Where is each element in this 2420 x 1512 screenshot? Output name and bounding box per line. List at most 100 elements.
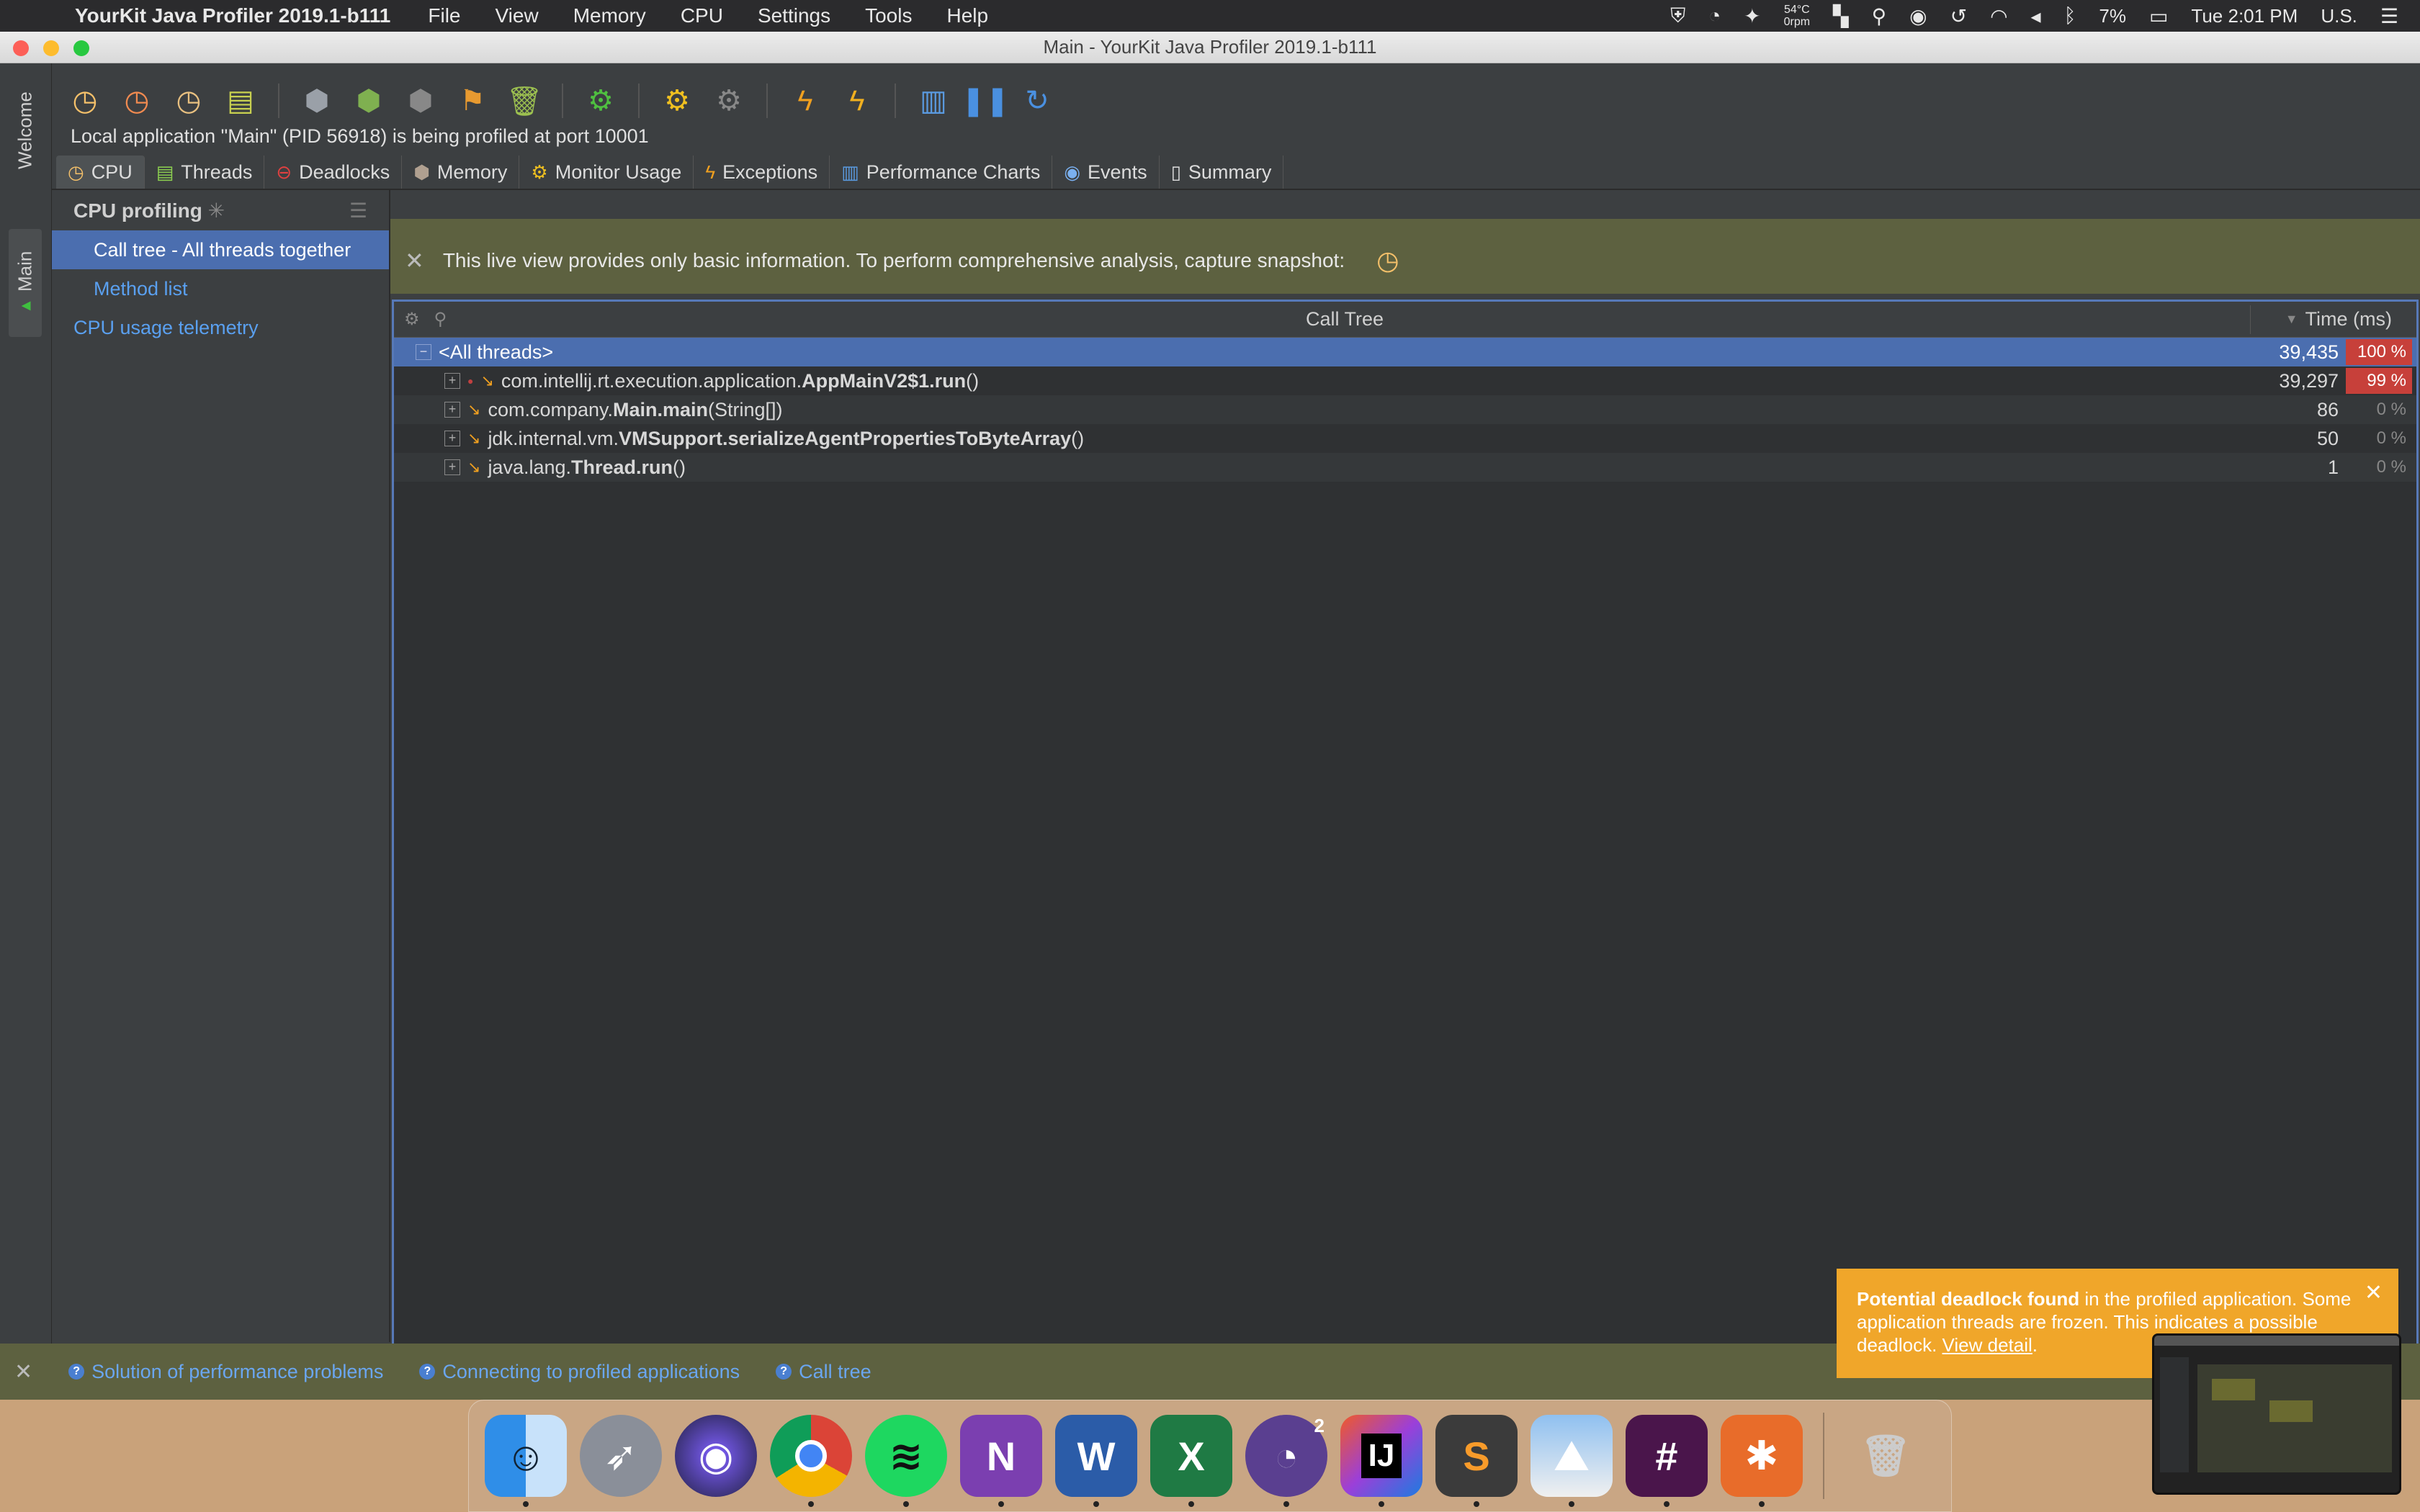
tab-performance-charts[interactable]: ▥ Performance Charts: [830, 156, 1053, 189]
expand-icon[interactable]: +: [444, 373, 460, 389]
tab-monitor-usage[interactable]: ⚙ Monitor Usage: [519, 156, 694, 189]
tab-deadlocks[interactable]: ⊖ Deadlocks: [264, 156, 403, 189]
expand-icon[interactable]: +: [444, 431, 460, 446]
battery-icon[interactable]: ▭: [2149, 4, 2168, 28]
help-link-performance[interactable]: ? Solution of performance problems: [68, 1361, 383, 1383]
menu-file[interactable]: File: [428, 4, 460, 27]
excel-icon[interactable]: X: [1150, 1415, 1232, 1507]
temperature-readout[interactable]: 54°C 0rpm: [1784, 4, 1810, 28]
timer-icon[interactable]: ◔: [1708, 4, 1721, 27]
tab-threads[interactable]: ▤ Threads: [145, 156, 265, 189]
tab-events[interactable]: ◉ Events: [1052, 156, 1160, 189]
close-icon[interactable]: ✕: [2365, 1282, 2383, 1305]
table-row[interactable]: + ↘ com.company.Main.main(String[]) 86 0…: [394, 395, 2416, 424]
refresh-icon[interactable]: ↻: [1017, 81, 1057, 121]
trash-icon[interactable]: 🗑: [1845, 1415, 1927, 1497]
triggers-icon[interactable]: ▤: [220, 81, 261, 121]
column-divider[interactable]: [2250, 305, 2251, 334]
screenshot-thumbnail[interactable]: [2152, 1333, 2401, 1495]
zoom-window-button[interactable]: [73, 40, 89, 56]
tab-memory[interactable]: ⬢ Memory: [402, 156, 520, 189]
capture-memory-snapshot-icon[interactable]: ◷: [117, 81, 157, 121]
expand-icon[interactable]: +: [444, 402, 460, 418]
help-link-call-tree[interactable]: ? Call tree: [776, 1361, 871, 1383]
word-icon[interactable]: W: [1055, 1415, 1137, 1507]
flag-icon[interactable]: ⚑: [452, 81, 493, 121]
force-gc-icon[interactable]: ⬢: [297, 81, 337, 121]
shield-icon[interactable]: ⛨: [1670, 4, 1685, 28]
exceptions-start-icon[interactable]: ϟ: [785, 81, 825, 121]
volume-icon[interactable]: ◂: [2031, 4, 2041, 28]
menu-cpu[interactable]: CPU: [681, 4, 723, 27]
intellij-icon[interactable]: IJ: [1340, 1415, 1422, 1507]
search-icon[interactable]: ⚲: [1872, 4, 1887, 28]
nav-item-method-list[interactable]: Method list: [52, 269, 389, 308]
siri-icon[interactable]: ◉: [675, 1415, 757, 1497]
table-row[interactable]: + ↘ jdk.internal.vm.VMSupport.serializeA…: [394, 424, 2416, 453]
bluetooth-icon[interactable]: ᛒ: [2064, 4, 2076, 27]
help-link-connecting[interactable]: ? Connecting to profiled applications: [419, 1361, 740, 1383]
puzzle-icon[interactable]: ✦: [1744, 4, 1760, 28]
wifi-icon[interactable]: ◠: [1990, 4, 2007, 28]
clock[interactable]: Tue 2:01 PM: [2191, 5, 2298, 27]
tab-main-session[interactable]: ▲ Main: [9, 229, 42, 337]
battery-percent[interactable]: 7%: [2099, 5, 2126, 27]
hamburger-icon[interactable]: ☰: [349, 199, 367, 222]
window-titlebar[interactable]: Main - YourKit Java Profiler 2019.1-b111: [0, 32, 2420, 63]
view-detail-link[interactable]: View detail: [1942, 1334, 2033, 1356]
notification-center-icon[interactable]: ☰: [2380, 4, 2398, 28]
close-icon[interactable]: ✕: [405, 247, 424, 274]
minimize-window-button[interactable]: [43, 40, 59, 56]
yourkit-icon[interactable]: ✱: [1721, 1415, 1803, 1507]
table-row[interactable]: − <All threads> 39,435 100 %: [394, 338, 2416, 366]
nav-item-cpu-usage-telemetry[interactable]: CPU usage telemetry: [52, 308, 389, 347]
collapse-icon[interactable]: −: [416, 344, 431, 360]
tab-cpu[interactable]: ◷ CPU: [56, 156, 145, 189]
menu-view[interactable]: View: [496, 4, 539, 27]
launchpad-icon[interactable]: ➶: [580, 1415, 662, 1497]
chrome-icon[interactable]: [770, 1415, 852, 1507]
menu-tools[interactable]: Tools: [865, 4, 912, 27]
cpu-sampling-icon[interactable]: ⚙: [581, 81, 621, 121]
time-machine-icon[interactable]: ↺: [1950, 4, 1967, 28]
capture-snapshot-icon[interactable]: ◷: [65, 81, 105, 121]
menu-help[interactable]: Help: [946, 4, 988, 27]
spotify-icon[interactable]: ≋: [865, 1415, 947, 1507]
table-row[interactable]: + ● ↘ com.intellij.rt.execution.applicat…: [394, 366, 2416, 395]
call-tree-column-header[interactable]: Call Tree: [394, 308, 2295, 330]
stop-allocation-icon[interactable]: ⬢: [400, 81, 441, 121]
start-allocation-icon[interactable]: ⬢: [349, 81, 389, 121]
close-icon[interactable]: ✕: [14, 1359, 32, 1385]
cpu-tracing-icon[interactable]: ⚙: [657, 81, 697, 121]
pause-icon[interactable]: ❚❚: [961, 81, 1009, 121]
tab-summary[interactable]: ▯ Summary: [1160, 156, 1284, 189]
input-source[interactable]: U.S.: [2321, 5, 2357, 27]
menu-settings[interactable]: Settings: [758, 4, 830, 27]
sublime-text-icon[interactable]: S: [1435, 1415, 1518, 1507]
nav-item-call-tree[interactable]: Call tree - All threads together: [52, 230, 389, 269]
finder-icon[interactable]: ☺: [485, 1415, 567, 1507]
close-window-button[interactable]: [13, 40, 29, 56]
onenote-icon[interactable]: N: [960, 1415, 1042, 1507]
running-indicator: [1569, 1501, 1574, 1507]
clear-icon[interactable]: 🗑: [504, 81, 544, 121]
capture-snapshot-icon[interactable]: ◷: [1376, 246, 1399, 276]
nightowl-icon[interactable]: ◔ 2: [1245, 1415, 1327, 1507]
tab-exceptions[interactable]: ϟ Exceptions: [694, 156, 830, 189]
cpu-stop-icon[interactable]: ⚙: [709, 81, 749, 121]
exceptions-stop-icon[interactable]: ϟ: [837, 81, 877, 121]
method-label: com.company.Main.main(String[]): [488, 399, 782, 421]
telemetry-clear-icon[interactable]: ▥: [913, 81, 954, 121]
layout-icon[interactable]: ▚: [1833, 4, 1849, 28]
expand-icon[interactable]: +: [444, 459, 460, 475]
slack-icon[interactable]: #: [1626, 1415, 1708, 1507]
chart-icon: ▥: [841, 161, 859, 183]
app-name-menu[interactable]: YourKit Java Profiler 2019.1-b111: [75, 4, 390, 27]
time-column-header[interactable]: ▼ Time (ms): [2285, 308, 2392, 330]
preview-icon[interactable]: ⛰: [1531, 1415, 1613, 1507]
table-row[interactable]: + ↘ java.lang.Thread.run() 1 0 %: [394, 453, 2416, 482]
siri-icon[interactable]: ◉: [1909, 4, 1927, 28]
menu-memory[interactable]: Memory: [573, 4, 646, 27]
capture-dump-icon[interactable]: ◷: [169, 81, 209, 121]
tab-welcome[interactable]: Welcome: [9, 76, 42, 184]
